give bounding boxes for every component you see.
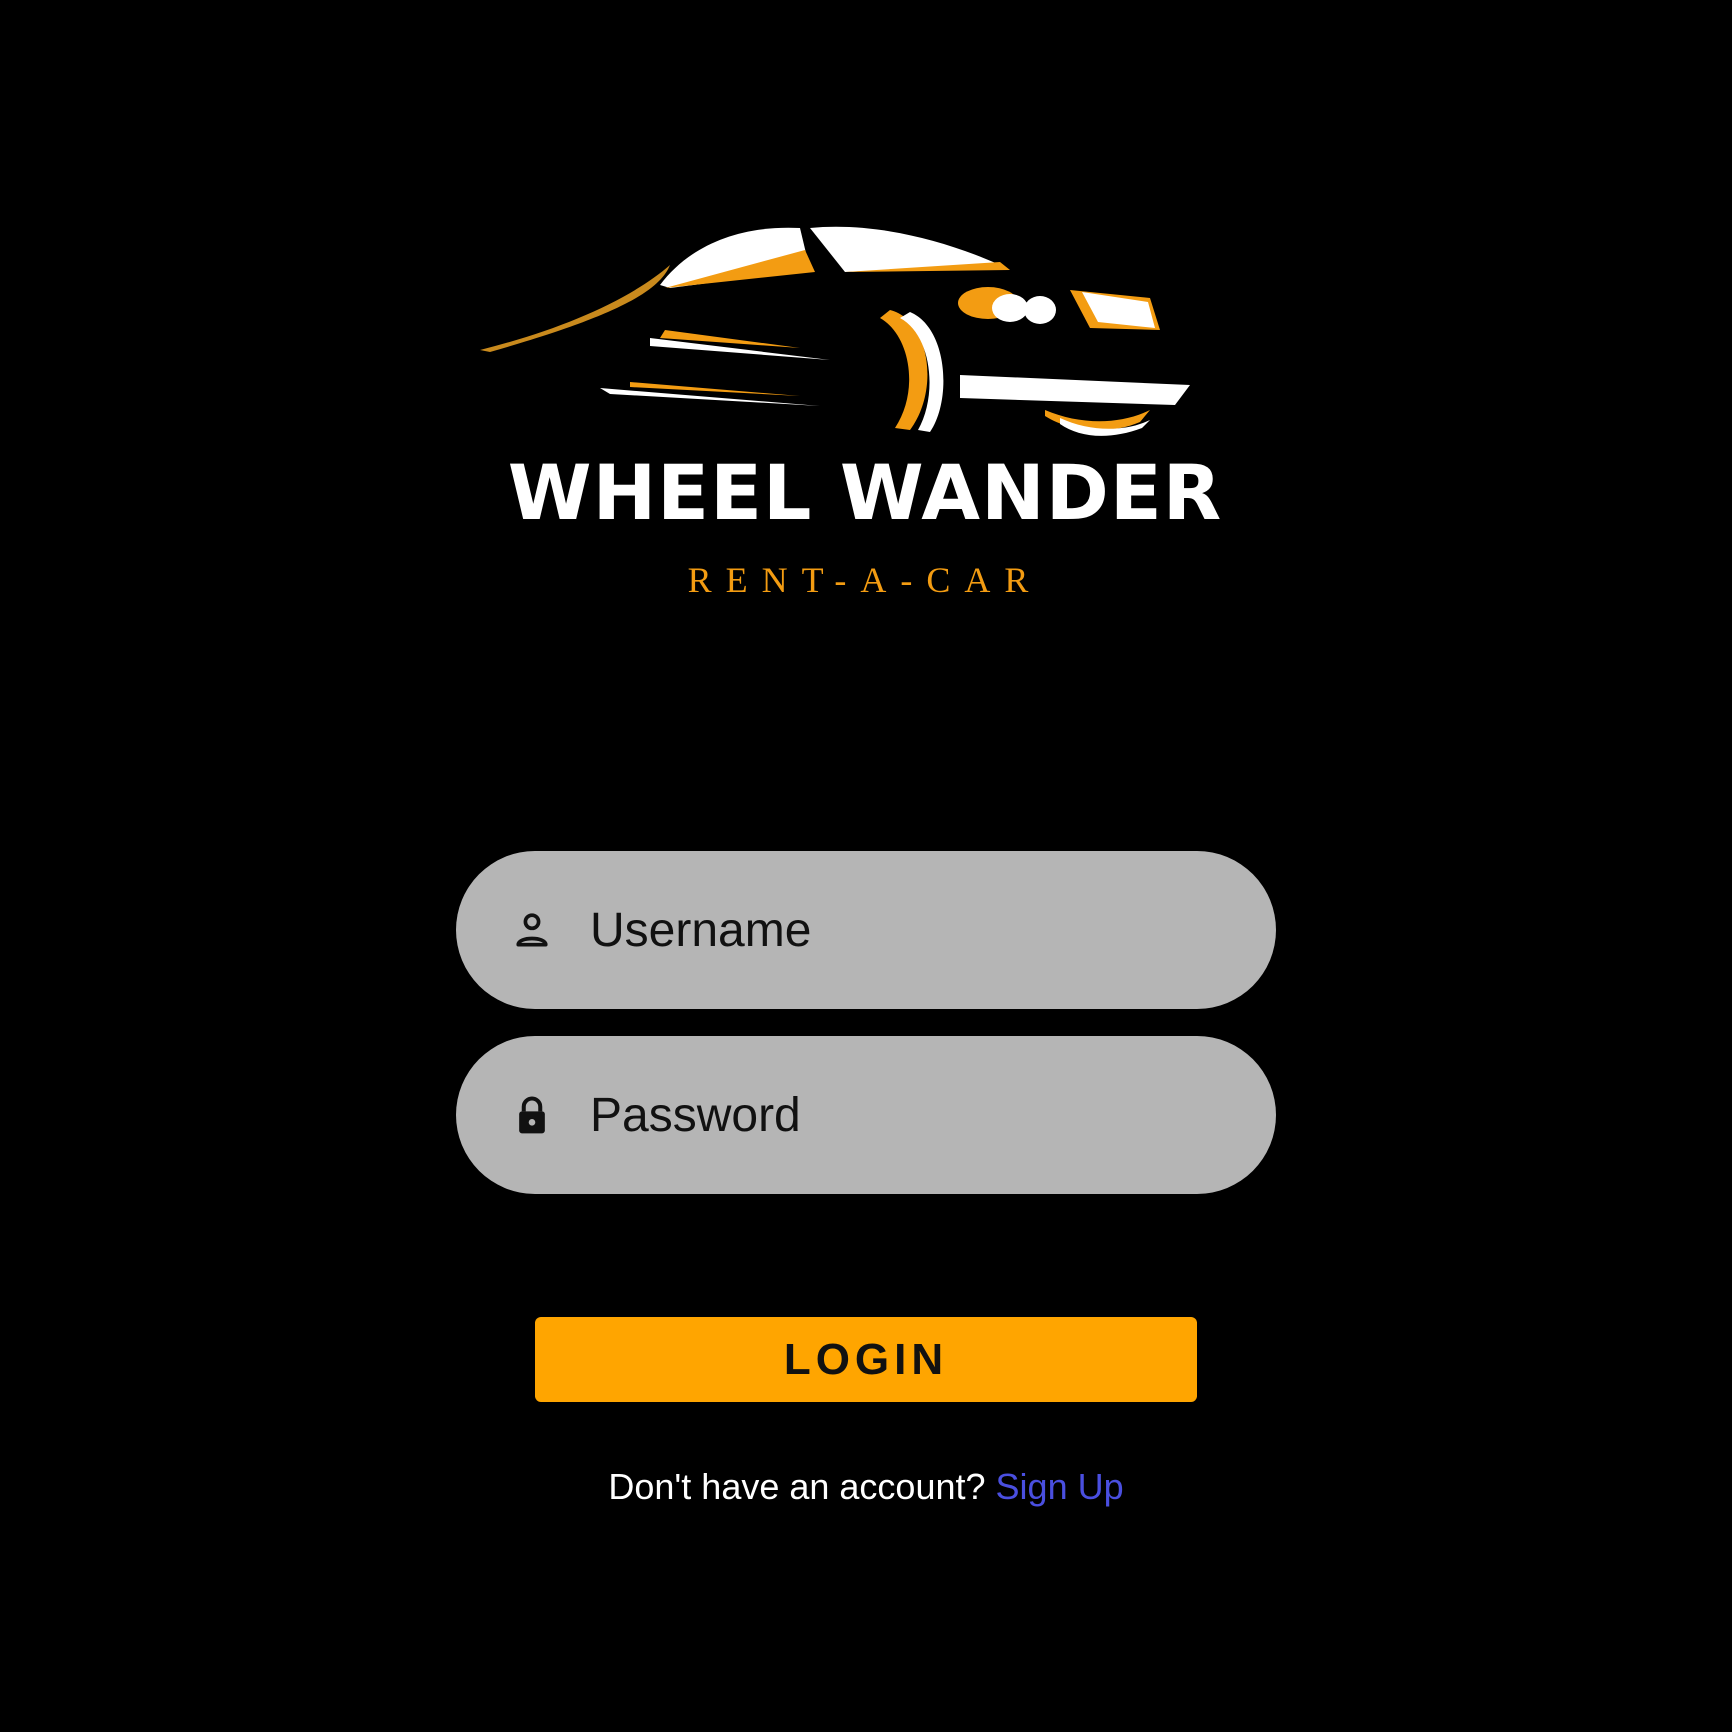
login-button[interactable]: LOGIN <box>535 1317 1197 1402</box>
signup-prompt-text: Don't have an account? <box>608 1466 986 1507</box>
app-logo: WHEEL WANDER RENT-A-CAR <box>470 210 1270 610</box>
signup-prompt-row: Don't have an account? Sign Up <box>0 1466 1732 1508</box>
person-icon <box>504 902 560 958</box>
password-input[interactable] <box>590 1036 1230 1194</box>
username-input[interactable] <box>590 851 1230 1009</box>
car-logo-icon <box>480 226 1190 436</box>
brand-title: WHEEL WANDER <box>507 448 1223 537</box>
sign-up-link[interactable]: Sign Up <box>996 1466 1124 1507</box>
password-field[interactable] <box>456 1036 1276 1194</box>
username-field[interactable] <box>456 851 1276 1009</box>
lock-icon <box>504 1087 560 1143</box>
brand-subtitle: RENT-A-CAR <box>687 560 1043 600</box>
